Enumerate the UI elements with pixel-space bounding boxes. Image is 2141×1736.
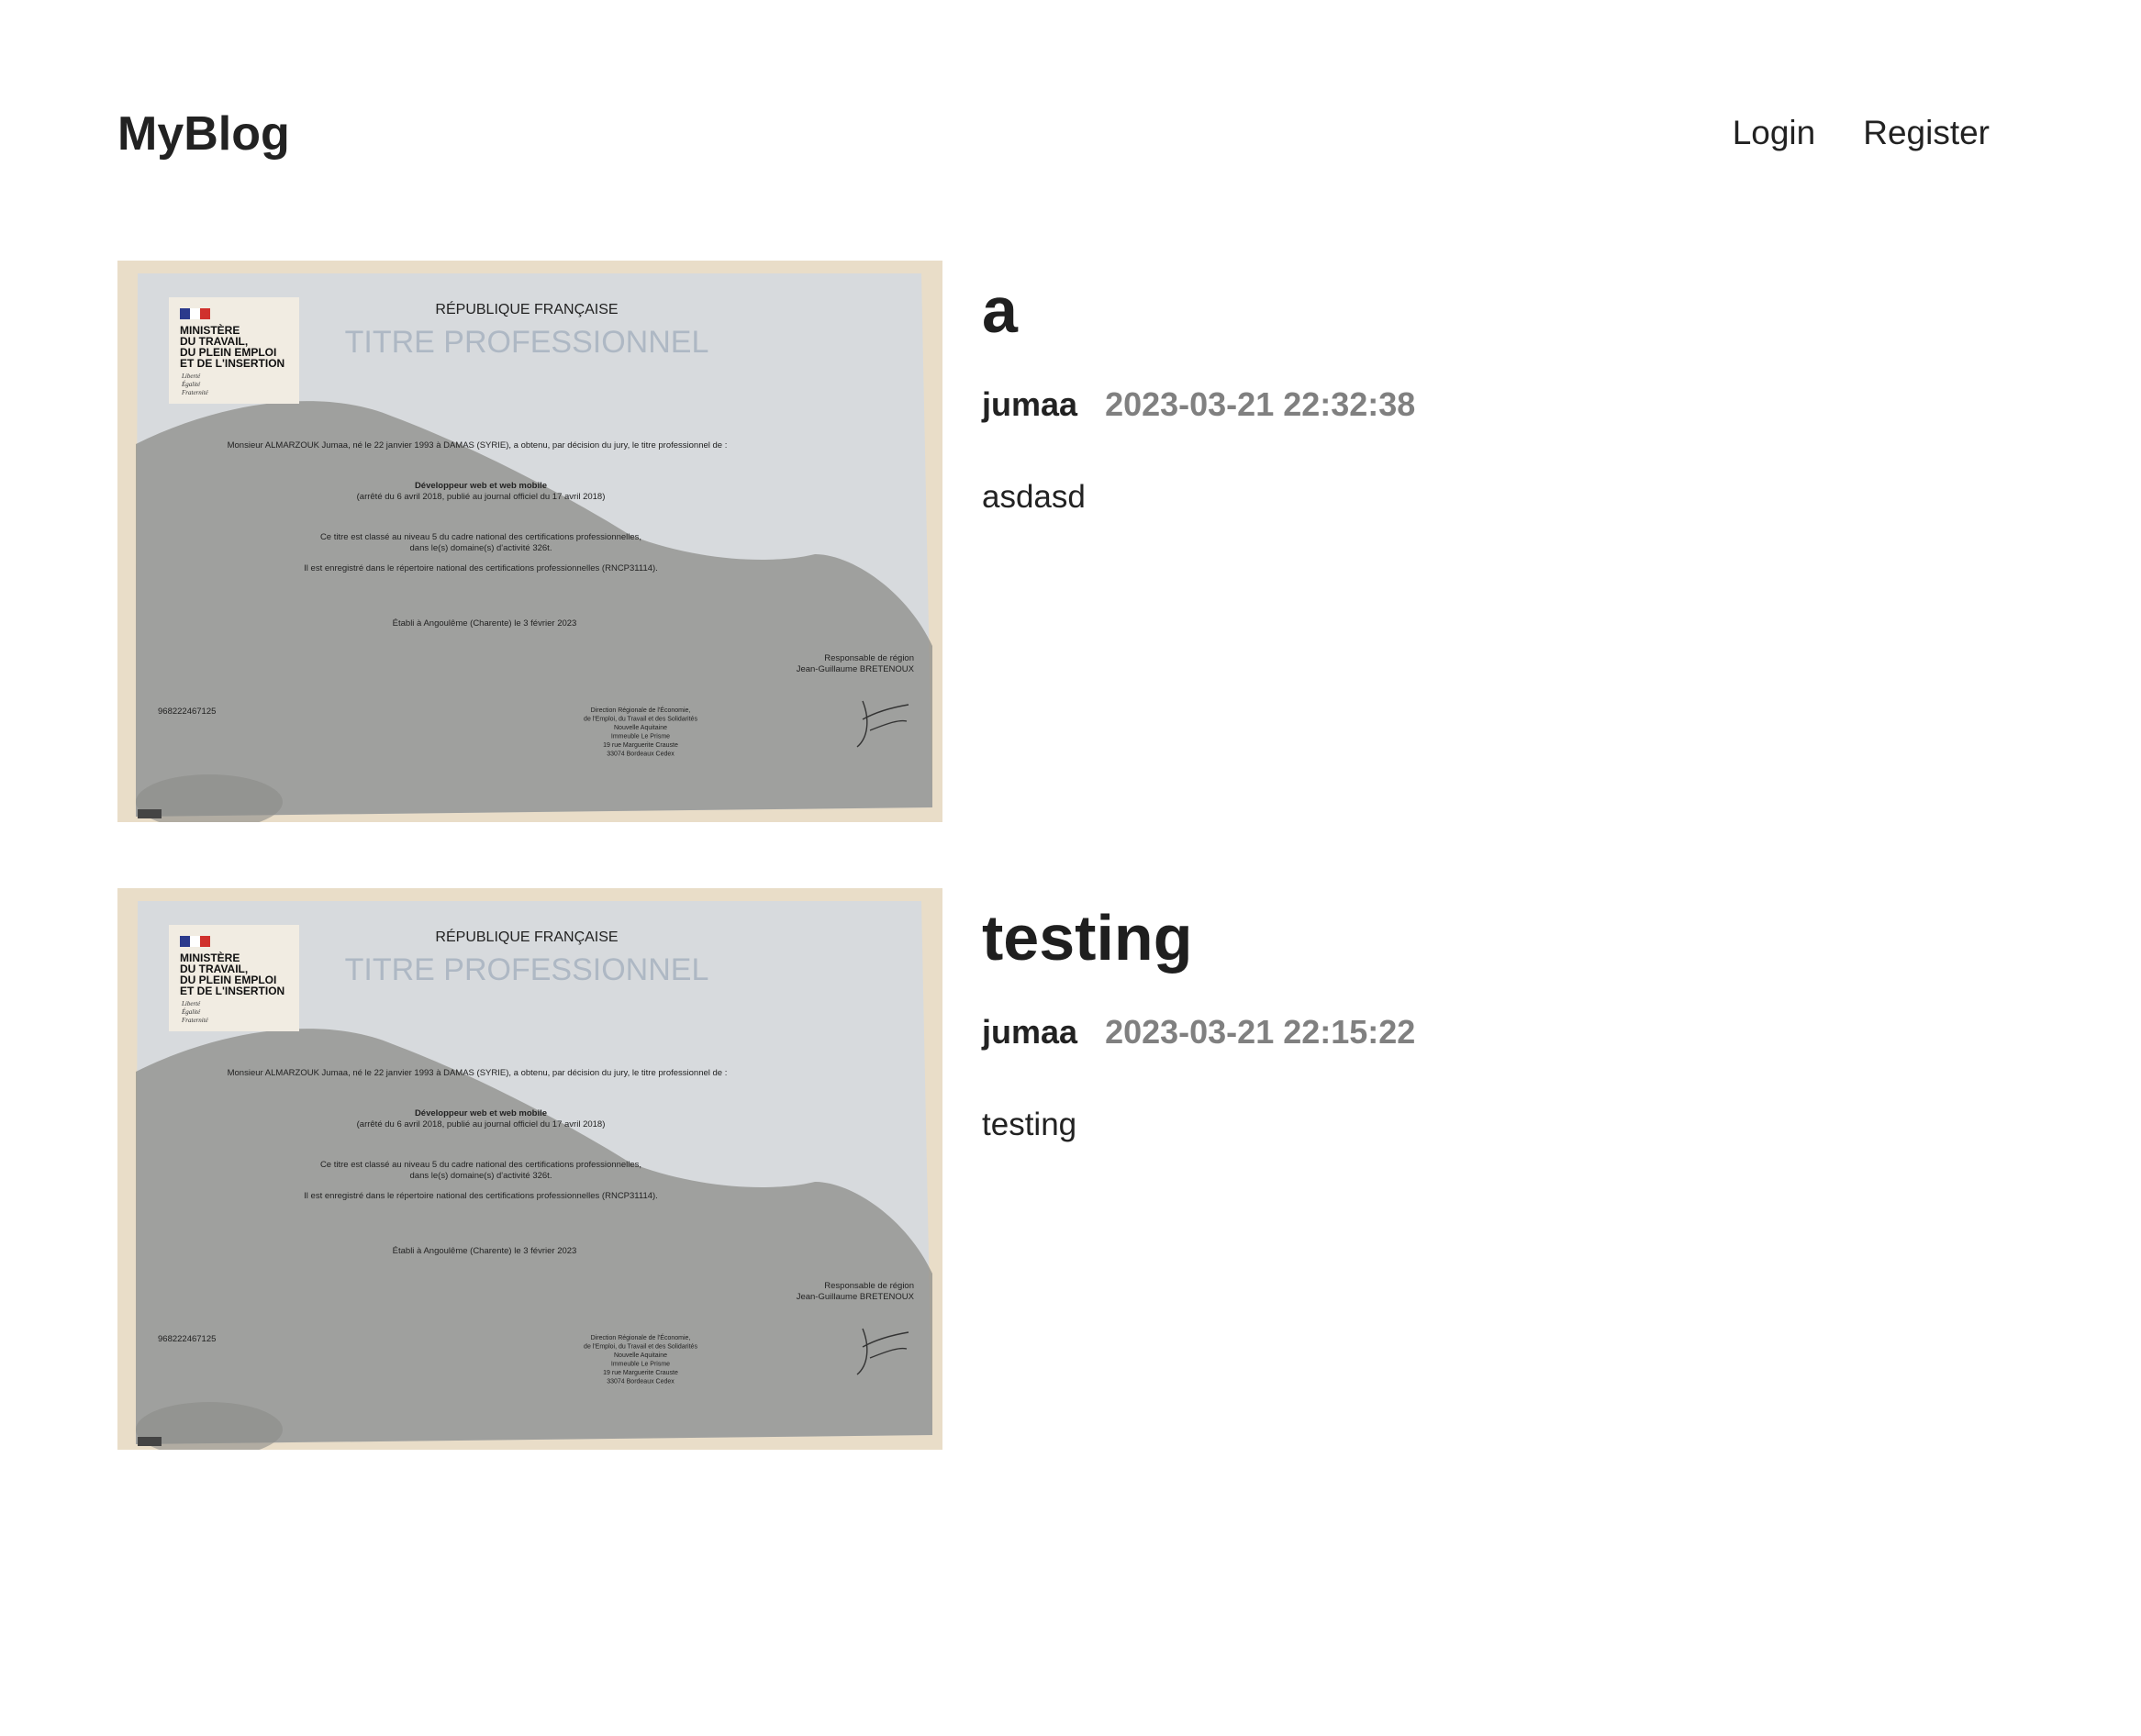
address-line: 19 rue Marguerite Crauste bbox=[603, 1370, 678, 1376]
certificate-line: Monsieur ALMARZOUK Jumaa, né le 22 janvi… bbox=[228, 440, 728, 451]
ministry-line: ET DE L'INSERTION bbox=[180, 357, 284, 370]
address-line: Immeuble Le Prisme bbox=[611, 734, 670, 740]
certificate-line: dans le(s) domaine(s) d'activité 326t. bbox=[410, 543, 552, 553]
certificate-line: Ce titre est classé au niveau 5 du cadre… bbox=[320, 1160, 641, 1170]
certificate-title-name: Développeur web et web mobile bbox=[415, 481, 547, 491]
certificate-image: MINISTÈREDU TRAVAIL,DU PLEIN EMPLOIET DE… bbox=[117, 261, 942, 822]
address-line: 19 rue Marguerite Crauste bbox=[603, 742, 678, 749]
certificate-line: Responsable de région bbox=[824, 1281, 914, 1291]
republic-text: RÉPUBLIQUE FRANÇAISE bbox=[435, 300, 618, 317]
address-line: Immeuble Le Prisme bbox=[611, 1362, 670, 1368]
address-line: 33074 Bordeaux Cedex bbox=[607, 751, 675, 758]
post-card: MINISTÈRE DU TRAVAIL, DU PLEIN EMPLOI ET DE… bbox=[117, 888, 1990, 1450]
flag-blue bbox=[180, 936, 190, 947]
address-line: Nouvelle Aquitaine bbox=[614, 1352, 667, 1359]
post-thumbnail[interactable]: MINISTÈRE DU TRAVAIL, DU PLEIN EMPLOI ET DE… bbox=[117, 888, 942, 1450]
post-thumbnail[interactable]: MINISTÈRE DU TRAVAIL, DU PLEIN EMPLOI ET DE… bbox=[117, 261, 942, 822]
address-line: 33074 Bordeaux Cedex bbox=[607, 1379, 675, 1385]
certificate-number: 968222467125 bbox=[158, 707, 216, 717]
certificate-line: Responsable de région bbox=[824, 653, 914, 663]
certificate-line: Jean-Guillaume BRETENOUX bbox=[797, 664, 915, 674]
motto-line: Liberté bbox=[181, 1000, 201, 1007]
address-line: Direction Régionale de l'Économie, bbox=[591, 1333, 691, 1341]
flag-blue bbox=[180, 308, 190, 319]
flag-white bbox=[190, 308, 200, 319]
ministry-line: ET DE L'INSERTION bbox=[180, 985, 284, 997]
motto-line: Égalité bbox=[181, 1008, 201, 1016]
post-author: jumaa bbox=[982, 385, 1078, 423]
post-date: 2023-03-21 22:15:22 bbox=[1105, 1013, 1416, 1051]
certificate-line: Jean-Guillaume BRETENOUX bbox=[797, 1292, 915, 1302]
flag-white bbox=[190, 936, 200, 947]
post-excerpt: asdasd bbox=[982, 479, 1086, 515]
post-card: MINISTÈRE DU TRAVAIL, DU PLEIN EMPLOI ET DE… bbox=[117, 261, 1990, 822]
post-excerpt: testing bbox=[982, 1107, 1077, 1142]
motto-line: Égalité bbox=[181, 381, 201, 388]
address-line: de l'Emploi, du Travail et des Solidarit… bbox=[584, 1344, 697, 1351]
address-line: Nouvelle Aquitaine bbox=[614, 725, 667, 731]
top-nav: Login Register bbox=[1733, 114, 1990, 152]
motto-line: Fraternité bbox=[181, 389, 209, 396]
certificate-heading: TITRE PROFESSIONNEL bbox=[345, 325, 709, 360]
address-line: Direction Régionale de l'Économie, bbox=[591, 706, 691, 714]
login-link[interactable]: Login bbox=[1733, 114, 1816, 152]
post-author: jumaa bbox=[982, 1013, 1078, 1051]
certificate-image: MINISTÈREDU TRAVAIL,DU PLEIN EMPLOIET DE… bbox=[117, 888, 942, 1450]
certificate-heading: TITRE PROFESSIONNEL bbox=[345, 952, 709, 987]
certificate-line: Établi à Angoulême (Charente) le 3 févri… bbox=[393, 618, 577, 629]
qr-code bbox=[138, 809, 162, 818]
motto-line: Fraternité bbox=[181, 1017, 209, 1024]
certificate-line: Établi à Angoulême (Charente) le 3 févri… bbox=[393, 1246, 577, 1256]
post-meta: jumaa 2023-03-21 22:32:38 bbox=[982, 385, 1415, 424]
certificate-line: Il est enregistré dans le répertoire nat… bbox=[304, 563, 658, 573]
flag-red bbox=[200, 936, 210, 947]
certificate-number: 968222467125 bbox=[158, 1334, 216, 1344]
motto-line: Liberté bbox=[181, 373, 201, 380]
qr-code bbox=[138, 1437, 162, 1446]
certificate-line: Ce titre est classé au niveau 5 du cadre… bbox=[320, 532, 641, 542]
site-header: MyBlog Login Register bbox=[117, 101, 1990, 174]
certificate-line: dans le(s) domaine(s) d'activité 326t. bbox=[410, 1171, 552, 1181]
flag-red bbox=[200, 308, 210, 319]
certificate-line: Il est enregistré dans le répertoire nat… bbox=[304, 1191, 658, 1201]
post-meta: jumaa 2023-03-21 22:15:22 bbox=[982, 1013, 1415, 1052]
post-title[interactable]: testing bbox=[982, 901, 1192, 974]
certificate-line: (arrêté du 6 avril 2018, publié au journ… bbox=[357, 492, 606, 502]
post-title[interactable]: a bbox=[982, 273, 1018, 347]
certificate-line: (arrêté du 6 avril 2018, publié au journ… bbox=[357, 1119, 606, 1130]
certificate-title-name: Développeur web et web mobile bbox=[415, 1108, 547, 1118]
register-link[interactable]: Register bbox=[1863, 114, 1990, 152]
brand-logo[interactable]: MyBlog bbox=[117, 106, 290, 161]
address-line: de l'Emploi, du Travail et des Solidarit… bbox=[584, 717, 697, 723]
post-date: 2023-03-21 22:32:38 bbox=[1105, 385, 1416, 423]
republic-text: RÉPUBLIQUE FRANÇAISE bbox=[435, 928, 618, 945]
certificate-line: Monsieur ALMARZOUK Jumaa, né le 22 janvi… bbox=[228, 1068, 728, 1078]
